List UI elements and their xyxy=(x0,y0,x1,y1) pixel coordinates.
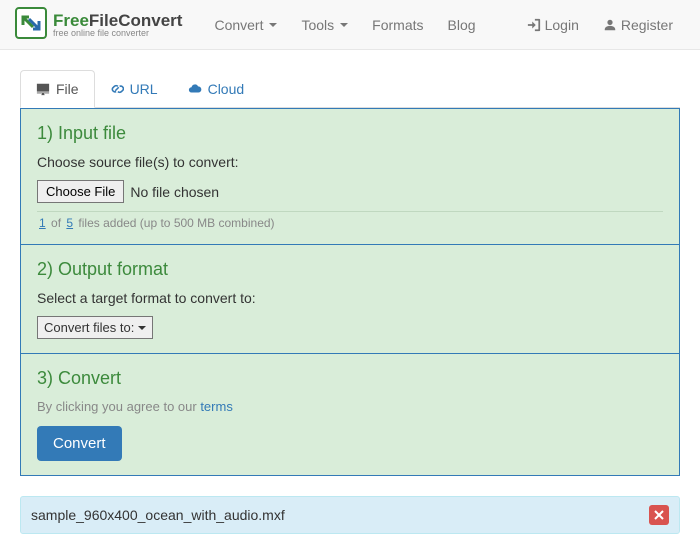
nav-formats[interactable]: Formats xyxy=(360,17,435,33)
step1-text: Choose source file(s) to convert: xyxy=(37,154,663,170)
tab-file[interactable]: File xyxy=(20,70,95,108)
chevron-down-icon xyxy=(138,324,146,332)
file-count-hint: 1 of 5 files added (up to 500 MB combine… xyxy=(37,211,663,230)
tab-url[interactable]: URL xyxy=(95,70,173,107)
navbar: FreeFileConvert free online file convert… xyxy=(0,0,700,50)
step-convert: 3) Convert By clicking you agree to our … xyxy=(21,354,679,475)
queued-file-name: sample_960x400_ocean_with_audio.mxf xyxy=(31,507,285,523)
nav-tools[interactable]: Tools xyxy=(289,17,360,33)
nav-convert[interactable]: Convert xyxy=(202,17,289,33)
logo-icon xyxy=(15,7,53,42)
step2-title: 2) Output format xyxy=(37,259,663,280)
logo-subtitle: free online file converter xyxy=(53,29,182,38)
nav-login[interactable]: Login xyxy=(515,17,591,33)
caret-icon xyxy=(269,23,277,27)
step2-text: Select a target format to convert to: xyxy=(37,290,663,306)
output-format-select[interactable]: Convert files to: xyxy=(37,316,153,339)
cloud-icon xyxy=(188,82,202,96)
step1-title: 1) Input file xyxy=(37,123,663,144)
step-input: 1) Input file Choose source file(s) to c… xyxy=(21,109,679,245)
tab-cloud[interactable]: Cloud xyxy=(173,70,260,107)
nav-register[interactable]: Register xyxy=(591,17,685,33)
terms-link[interactable]: terms xyxy=(200,399,233,414)
choose-file-button[interactable]: Choose File xyxy=(37,180,124,203)
user-icon xyxy=(603,18,617,32)
remove-file-button[interactable] xyxy=(649,505,669,525)
no-file-label: No file chosen xyxy=(130,184,219,200)
desktop-icon xyxy=(36,82,50,96)
caret-icon xyxy=(340,23,348,27)
convert-button[interactable]: Convert xyxy=(37,426,122,461)
link-icon xyxy=(110,82,124,96)
login-icon xyxy=(527,18,541,32)
nav-blog[interactable]: Blog xyxy=(436,17,488,33)
step-output: 2) Output format Select a target format … xyxy=(21,245,679,354)
logo-title: FreeFileConvert xyxy=(53,12,182,29)
logo[interactable]: FreeFileConvert free online file convert… xyxy=(15,7,182,42)
queued-file-bar: sample_960x400_ocean_with_audio.mxf xyxy=(20,496,680,534)
source-tabs: File URL Cloud xyxy=(20,70,680,108)
close-icon xyxy=(654,510,664,520)
terms-text: By clicking you agree to our terms xyxy=(37,399,663,414)
convert-panel: 1) Input file Choose source file(s) to c… xyxy=(20,108,680,476)
step3-title: 3) Convert xyxy=(37,368,663,389)
